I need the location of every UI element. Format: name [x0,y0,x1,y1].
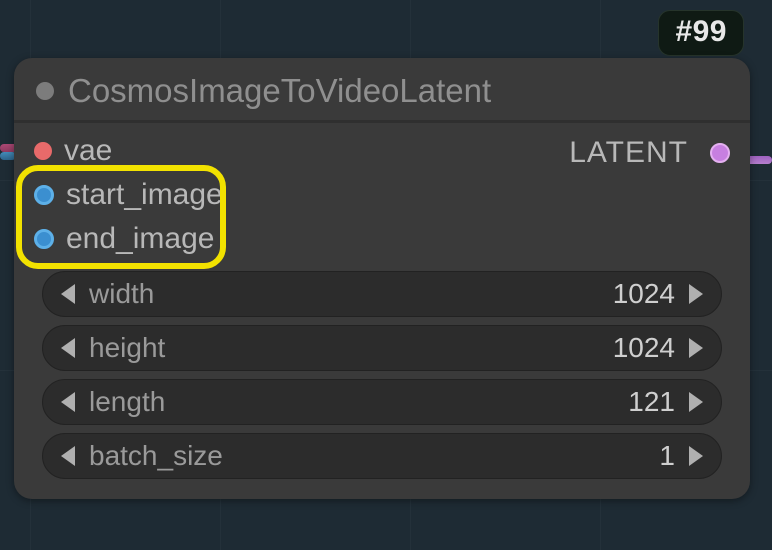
port-label: end_image [66,222,214,256]
socket-icon[interactable] [34,229,54,249]
decrement-icon[interactable] [61,284,75,304]
widget-label: width [89,278,154,310]
input-port-start-image[interactable]: start_image [26,175,231,215]
widget-label: height [89,332,165,364]
increment-icon[interactable] [689,392,703,412]
node-title: CosmosImageToVideoLatent [68,72,491,110]
increment-icon[interactable] [689,284,703,304]
collapse-dot-icon[interactable] [36,82,54,100]
widget-value[interactable]: 121 [628,386,675,418]
ports-row: vae start_image end_image LATENT [14,123,750,259]
output-ports: LATENT [561,131,738,173]
node-widgets: width 1024 height 1024 length 121 batch_… [14,259,750,479]
widget-length[interactable]: length 121 [42,379,722,425]
node-id-badge: #99 [658,10,744,56]
widget-label: length [89,386,165,418]
input-ports: vae start_image end_image [26,131,231,259]
widget-label: batch_size [89,440,223,472]
port-label: vae [64,134,112,168]
widget-height[interactable]: height 1024 [42,325,722,371]
port-label: start_image [66,178,223,212]
socket-icon[interactable] [34,142,52,160]
input-port-vae[interactable]: vae [26,131,231,171]
socket-icon[interactable] [34,185,54,205]
increment-icon[interactable] [689,338,703,358]
node-header[interactable]: CosmosImageToVideoLatent [14,58,750,123]
widget-value[interactable]: 1024 [613,332,675,364]
node-cosmos-image-to-video-latent[interactable]: CosmosImageToVideoLatent vae start_image… [14,58,750,499]
widget-value[interactable]: 1024 [613,278,675,310]
output-port-latent[interactable]: LATENT [561,133,738,173]
decrement-icon[interactable] [61,392,75,412]
port-label: LATENT [569,136,688,170]
socket-icon[interactable] [710,143,730,163]
decrement-icon[interactable] [61,338,75,358]
widget-width[interactable]: width 1024 [42,271,722,317]
widget-value[interactable]: 1 [659,440,675,472]
widget-batch-size[interactable]: batch_size 1 [42,433,722,479]
input-port-end-image[interactable]: end_image [26,219,231,259]
increment-icon[interactable] [689,446,703,466]
decrement-icon[interactable] [61,446,75,466]
